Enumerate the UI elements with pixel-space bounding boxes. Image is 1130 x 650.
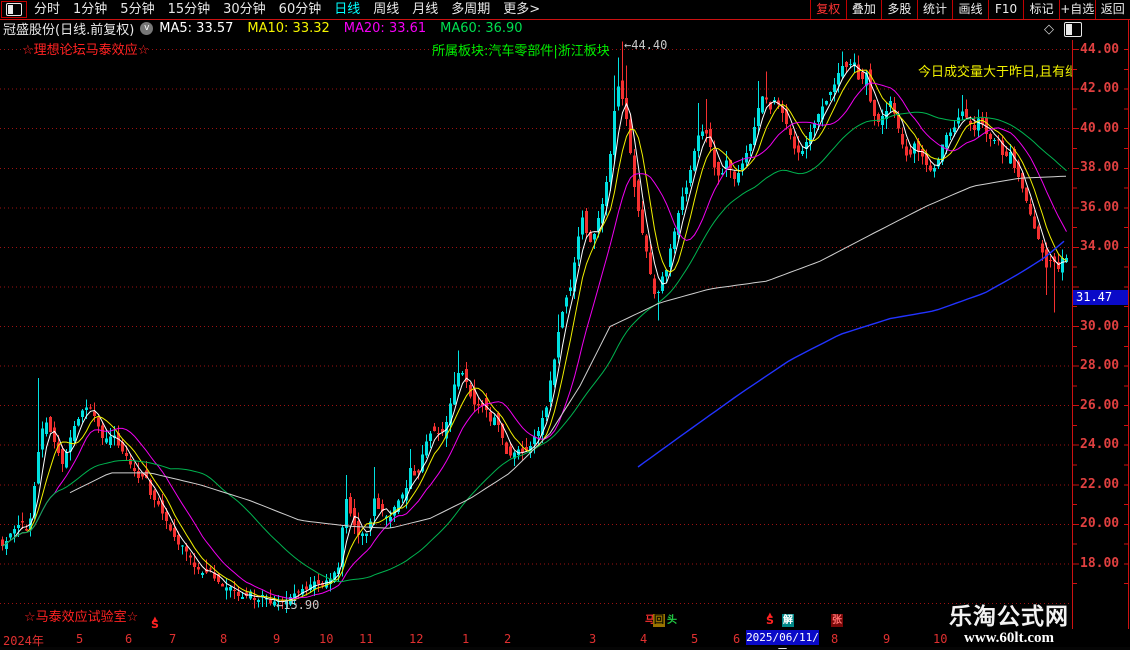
- ma-value-MA60: MA60: 36.90: [440, 21, 522, 36]
- toolbar-button-返回[interactable]: 返回: [1095, 0, 1130, 19]
- up-arrow-icon: ▲: [766, 612, 774, 618]
- month-label-9: 9: [883, 632, 890, 646]
- price-label-18.00: 18.00: [1080, 556, 1119, 571]
- period-tab-多周期[interactable]: 多周期: [451, 0, 490, 19]
- board-info: 所属板块:汽车零部件|浙江板块: [432, 40, 610, 59]
- ma-value-MA20: MA20: 33.61: [344, 21, 426, 36]
- watermark-title: 乐淘公式网: [942, 604, 1076, 630]
- info-bar: 冠盛股份(日线.前复权) v MA5: 33.57 MA10: 33.32 MA20…: [0, 19, 1130, 38]
- period-tab-更多>[interactable]: 更多>: [503, 0, 540, 19]
- signal-box-zhang: 张: [831, 614, 843, 627]
- toolbar-button-叠加[interactable]: 叠加: [846, 0, 882, 19]
- period-tab-分时[interactable]: 分时: [34, 0, 60, 19]
- watermark-url: www.60lt.com: [942, 630, 1076, 646]
- month-label-6: 6: [125, 632, 132, 646]
- month-label-8: 8: [220, 632, 227, 646]
- corner-icons: ◇: [1044, 22, 1082, 37]
- panel-toggle-icon[interactable]: [1064, 22, 1082, 37]
- price-label-24.00: 24.00: [1080, 437, 1119, 452]
- price-label-36.00: 36.00: [1080, 200, 1119, 215]
- month-label-4: 4: [640, 632, 647, 646]
- diamond-icon[interactable]: ◇: [1044, 22, 1054, 37]
- period-tab-月线[interactable]: 月线: [412, 0, 438, 19]
- price-label-20.00: 20.00: [1080, 516, 1119, 531]
- signal-box-hui: 回: [653, 614, 665, 627]
- month-label-8: 8: [831, 632, 838, 646]
- period-tab-1分钟[interactable]: 1分钟: [73, 0, 107, 19]
- price-label-38.00: 38.00: [1080, 160, 1119, 175]
- signal-box-jie: 解: [782, 614, 794, 627]
- period-toolbar: 分时 1分钟 5分钟 15分钟 30分钟 60分钟日线周线月线多周期更多> 复权叠加多股统…: [0, 0, 1130, 19]
- toolbar-button-画线[interactable]: 画线: [952, 0, 988, 19]
- period-tab-30分钟[interactable]: 30分钟: [223, 0, 266, 19]
- chevron-down-circle-icon[interactable]: v: [140, 22, 153, 35]
- toolbar-button-多股[interactable]: 多股: [881, 0, 917, 19]
- month-label-9: 9: [273, 632, 280, 646]
- volume-note: 今日成交量大于昨日,且有继续: [918, 61, 1072, 80]
- up-arrow-icon: ▲: [151, 616, 159, 622]
- period-tab-15分钟[interactable]: 15分钟: [168, 0, 211, 19]
- ma-value-MA10: MA10: 33.32: [247, 21, 329, 36]
- sell-signal-S: ▲S: [766, 612, 774, 624]
- month-label-6: 6: [733, 632, 740, 646]
- watermark: 乐淘公式网 www.60lt.com: [942, 604, 1076, 646]
- split-panel-icon[interactable]: [1, 1, 27, 18]
- stock-chart-app: 分时 1分钟 5分钟 15分钟 30分钟 60分钟日线周线月线多周期更多> 复权叠加多股统…: [0, 0, 1130, 650]
- price-label-42.00: 42.00: [1080, 81, 1119, 96]
- month-label-7: 7: [169, 632, 176, 646]
- price-label-26.00: 26.00: [1080, 398, 1119, 413]
- lab-banner-bottom: ☆马泰效应试验室☆: [24, 606, 138, 625]
- month-label-5: 5: [76, 632, 83, 646]
- period-tab-周线[interactable]: 周线: [373, 0, 399, 19]
- toolbar-button-复权[interactable]: 复权: [810, 0, 846, 19]
- month-label-1: 1: [462, 632, 469, 646]
- candlestick-chart[interactable]: [0, 0, 1130, 650]
- period-tab-日线[interactable]: 日线: [334, 0, 360, 19]
- crosshair-date-box: 2025/06/11/三: [746, 630, 819, 645]
- ma-value-MA5: MA5: 33.57: [159, 21, 233, 36]
- signal-char-right: 头: [667, 614, 677, 627]
- toolbar-button-+自选[interactable]: +自选: [1059, 0, 1095, 19]
- month-label-11: 11: [359, 632, 373, 646]
- sell-signal-S: ▲S: [151, 616, 159, 628]
- price-label-34.00: 34.00: [1080, 239, 1119, 254]
- ma-values: MA5: 33.57 MA10: 33.32 MA20: 33.61 MA60: 36…: [159, 21, 536, 36]
- month-label-2024年: 2024年: [3, 632, 44, 649]
- price-label-30.00: 30.00: [1080, 319, 1119, 334]
- toolbar-button-标记[interactable]: 标记: [1023, 0, 1059, 19]
- low-price-label: ←15.90: [276, 598, 319, 612]
- period-tab-5分钟[interactable]: 5分钟: [120, 0, 154, 19]
- stock-title: 冠盛股份(日线.前复权): [3, 19, 134, 38]
- month-label-2: 2: [504, 632, 511, 646]
- toolbar-button-统计[interactable]: 统计: [917, 0, 953, 19]
- toolbar-buttons: 复权叠加多股统计画线F10标记+自选返回: [810, 0, 1130, 19]
- peak-price-label: ←44.40: [624, 38, 667, 52]
- month-label-3: 3: [589, 632, 596, 646]
- toolbar-button-F10[interactable]: F10: [988, 0, 1024, 19]
- period-tabs: 分时 1分钟 5分钟 15分钟 30分钟 60分钟日线周线月线多周期更多>: [34, 0, 540, 19]
- crosshair-price-box: 31.47: [1073, 290, 1128, 305]
- period-tab-60分钟[interactable]: 60分钟: [279, 0, 322, 19]
- forum-banner-top: ☆理想论坛马泰效应☆: [22, 39, 149, 58]
- price-label-40.00: 40.00: [1080, 121, 1119, 136]
- month-label-10: 10: [319, 632, 333, 646]
- price-label-22.00: 22.00: [1080, 477, 1119, 492]
- month-label-12: 12: [409, 632, 423, 646]
- price-label-28.00: 28.00: [1080, 358, 1119, 373]
- month-label-5: 5: [691, 632, 698, 646]
- price-label-44.00: 44.00: [1080, 42, 1119, 57]
